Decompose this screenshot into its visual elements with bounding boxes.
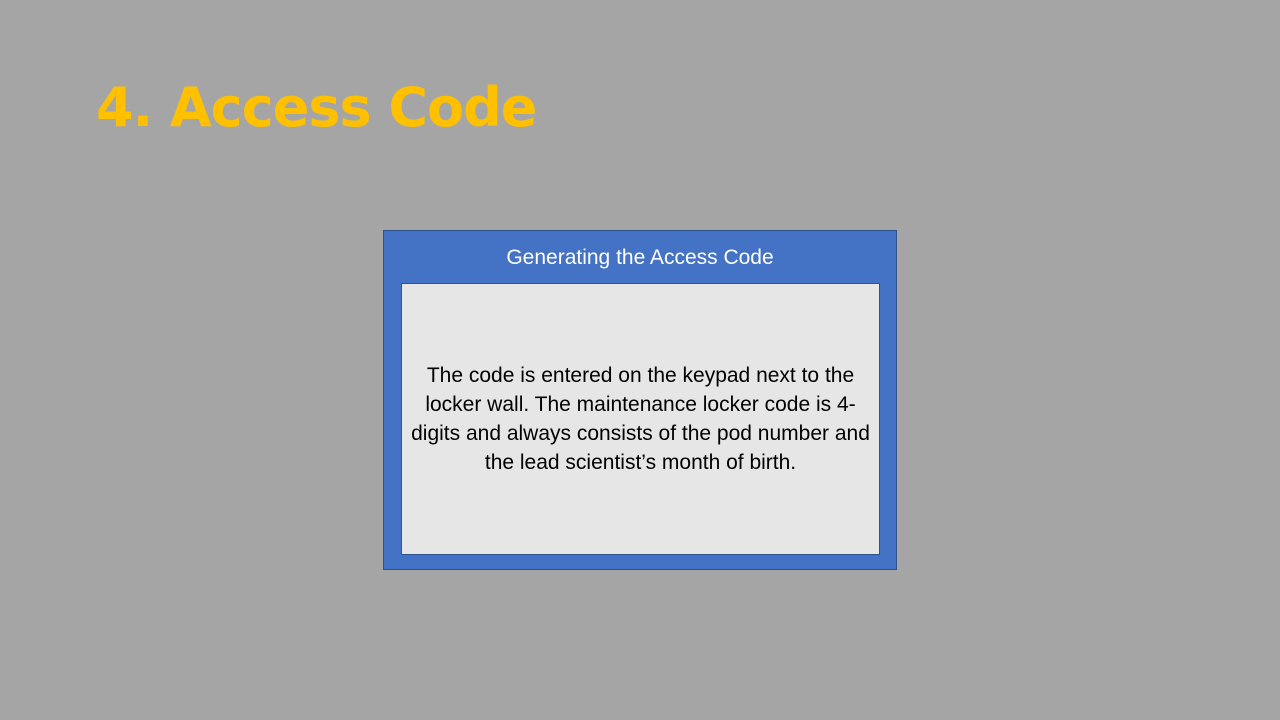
slide-title: 4. Access Code	[96, 76, 537, 139]
slide: { "slide": { "title": "4. Access Code", …	[0, 0, 1280, 720]
card-body-text: The code is entered on the keypad next t…	[411, 364, 870, 474]
card-body: The code is entered on the keypad next t…	[401, 283, 880, 555]
card-header: Generating the Access Code	[506, 246, 774, 269]
access-code-card: Generating the Access Code The code is e…	[383, 230, 897, 570]
